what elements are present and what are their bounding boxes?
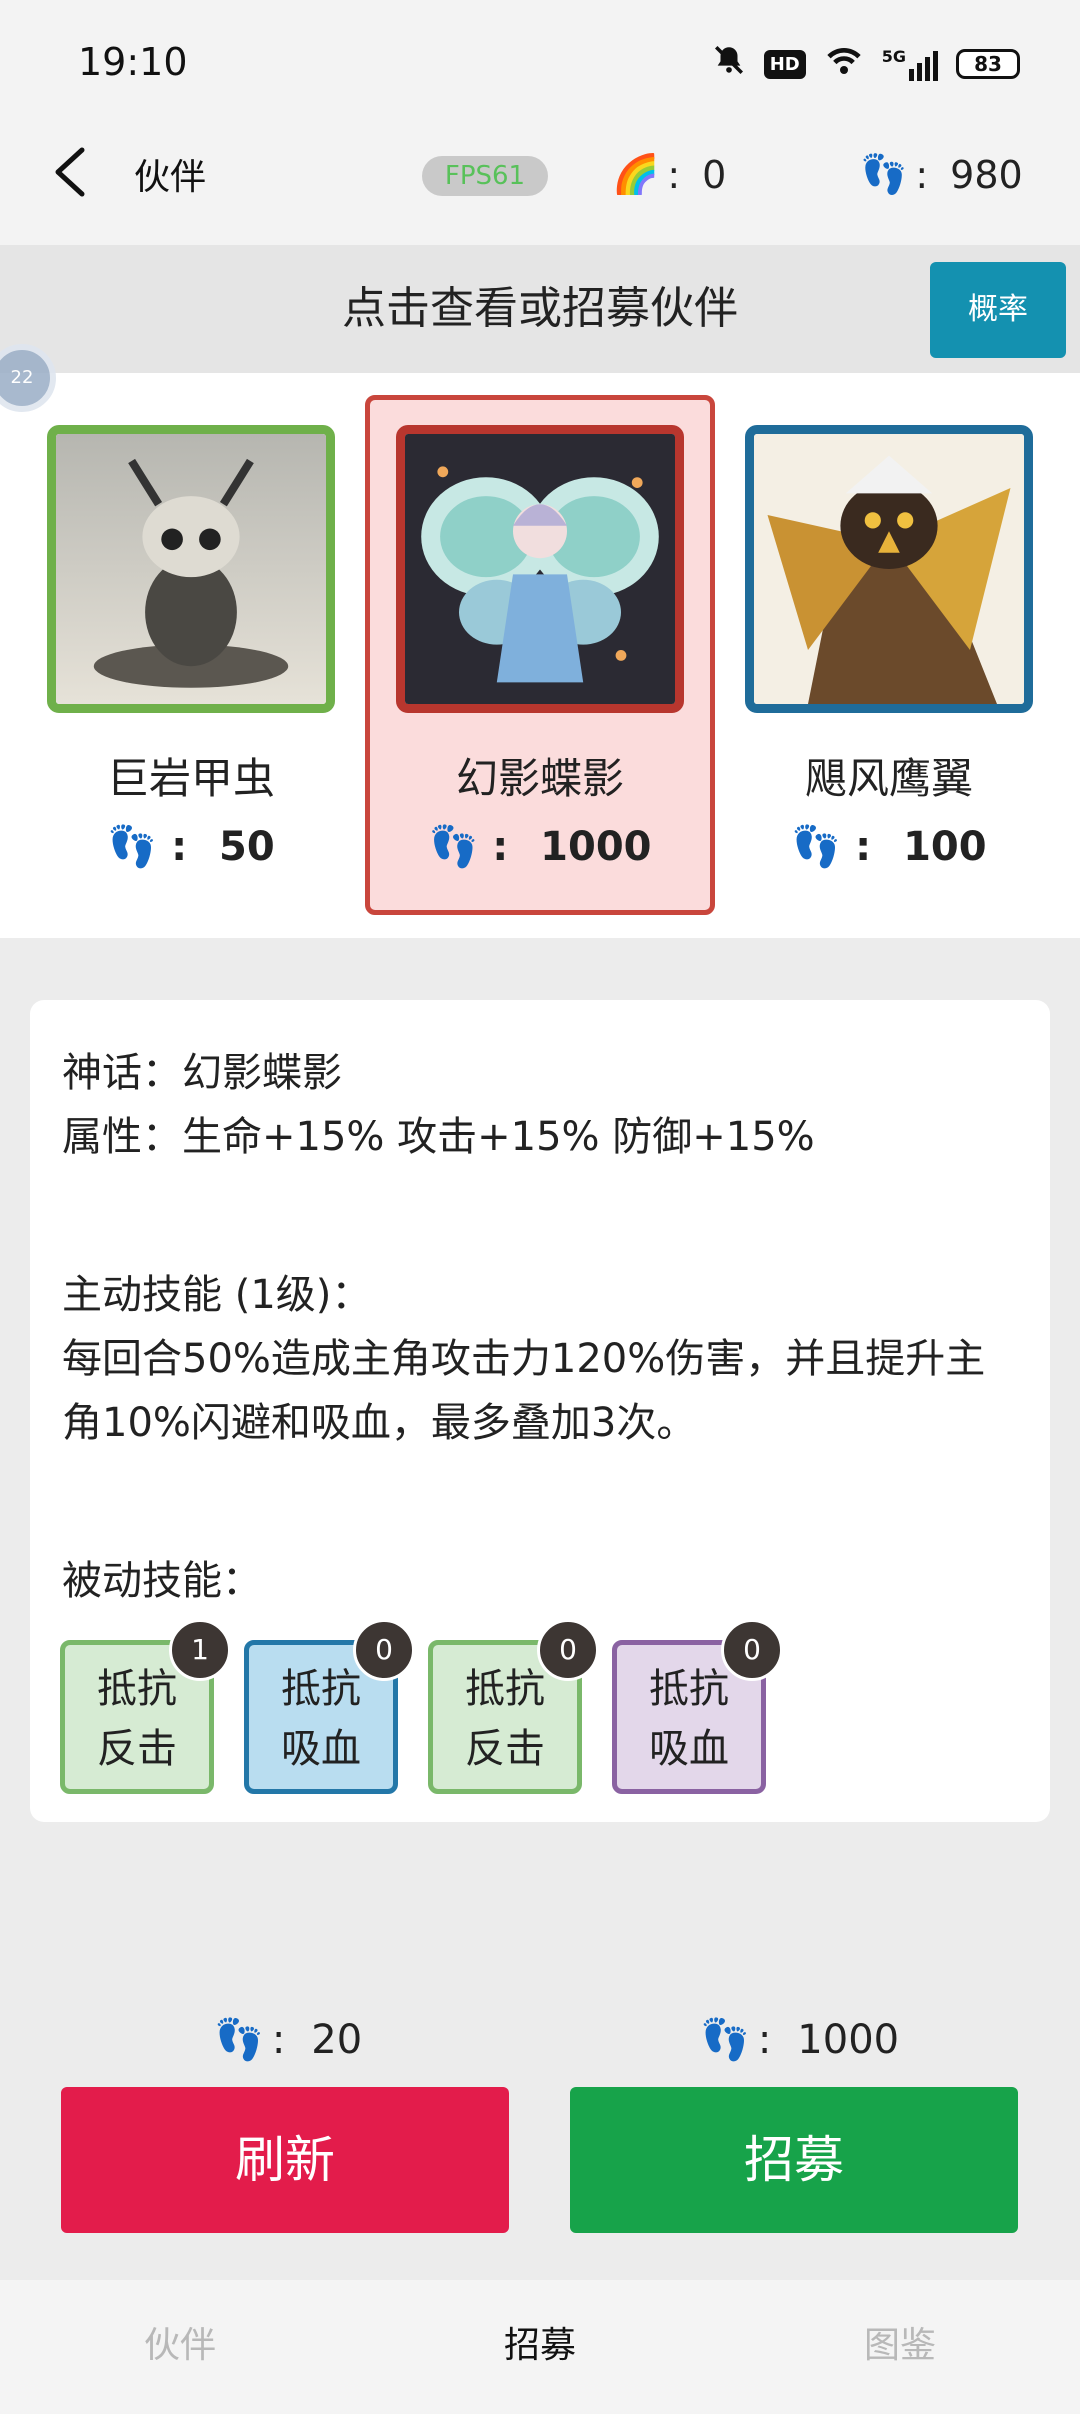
partner-card-1[interactable]: 巨岩甲虫 👣 : 50	[16, 395, 366, 915]
tab-recruit[interactable]: 招募	[360, 2316, 720, 2368]
partner-name: 幻影蝶影	[455, 754, 624, 803]
refresh-cost: 👣 :20	[214, 2016, 363, 2064]
footprints-icon: 👣	[214, 2017, 264, 2063]
partner-card-2-selected[interactable]: 幻影蝶影 👣 : 1000	[365, 395, 715, 915]
mute-bell-icon	[712, 43, 746, 85]
skill-count-badge: 0	[353, 1619, 415, 1681]
partner-name: 巨岩甲虫	[106, 754, 275, 803]
back-arrow-icon[interactable]	[44, 142, 104, 202]
partner-cost: 👣 : 1000	[428, 824, 652, 870]
attribute-line: 属性：生命+15% 攻击+15% 防御+15%	[62, 1114, 815, 1160]
probability-button[interactable]: 概率	[930, 262, 1066, 358]
fps-badge: FPS61	[422, 156, 548, 196]
passive-skill-badge[interactable]: 抵抗 吸血 0	[612, 1619, 783, 1794]
recruit-cost: 👣 :1000	[700, 2016, 900, 2064]
footprints-icon: 👣	[428, 824, 479, 870]
footprints-icon: 👣	[700, 2017, 750, 2063]
system-icons: HD 5G 83	[712, 40, 1020, 88]
rainbow-icon: 🌈	[612, 152, 660, 196]
skill-count-badge: 1	[169, 1619, 231, 1681]
partner-cost: 👣 : 100	[791, 824, 987, 870]
network-label: 5G	[881, 47, 906, 66]
footprints-icon: 👣	[860, 152, 908, 196]
partner-name: 飓风鹰翼	[804, 754, 973, 803]
rainbow-currency: 🌈 : 0	[612, 152, 727, 197]
partner-cost: 👣 : 50	[107, 824, 275, 870]
tab-partners[interactable]: 伙伴	[0, 2316, 360, 2368]
passive-skill-badge[interactable]: 抵抗 吸血 0	[244, 1619, 415, 1794]
skill-count-badge: 0	[537, 1619, 599, 1681]
partner-detail-panel: 神话：幻影蝶影 属性：生命+15% 攻击+15% 防御+15% 主动技能 (1级…	[30, 1000, 1050, 1822]
eagle-portrait	[745, 425, 1033, 713]
butterfly-fairy-portrait	[396, 425, 684, 713]
steps-value: 980	[950, 152, 1023, 197]
steps-currency: 👣 : 980	[860, 152, 1023, 197]
skill-count-badge: 0	[721, 1619, 783, 1681]
tab-codex[interactable]: 图鉴	[720, 2316, 1080, 2368]
partner-card-3[interactable]: 飓风鹰翼 👣 : 100	[714, 395, 1064, 915]
banner-text: 点击查看或招募伙伴	[342, 283, 738, 334]
passive-skill-title: 被动技能：	[62, 1558, 262, 1604]
refresh-button[interactable]: 刷新	[61, 2087, 509, 2233]
page-title: 伙伴	[134, 157, 207, 198]
signal-icon: 5G	[882, 47, 938, 81]
passive-skill-badge[interactable]: 抵抗 反击 0	[428, 1619, 599, 1794]
passive-skill-badge[interactable]: 抵抗 反击 1	[60, 1619, 231, 1794]
wifi-icon	[824, 43, 864, 85]
recruit-button[interactable]: 招募	[570, 2087, 1018, 2233]
active-skill-title: 主动技能 (1级)：	[62, 1272, 372, 1318]
hd-icon: HD	[763, 49, 806, 79]
rainbow-value: 0	[702, 152, 727, 197]
beetle-portrait	[47, 425, 335, 713]
footprints-icon: 👣	[791, 824, 842, 870]
battery-icon: 83	[956, 49, 1020, 79]
active-skill-desc-1: 每回合50%造成主角攻击力120%伤害，并且提升主	[62, 1336, 986, 1382]
active-skill-desc-2: 角10%闪避和吸血，最多叠加3次。	[62, 1400, 697, 1446]
footprints-icon: 👣	[107, 824, 158, 870]
status-time: 19:10	[78, 40, 188, 84]
rarity-line: 神话：幻影蝶影	[62, 1050, 342, 1096]
